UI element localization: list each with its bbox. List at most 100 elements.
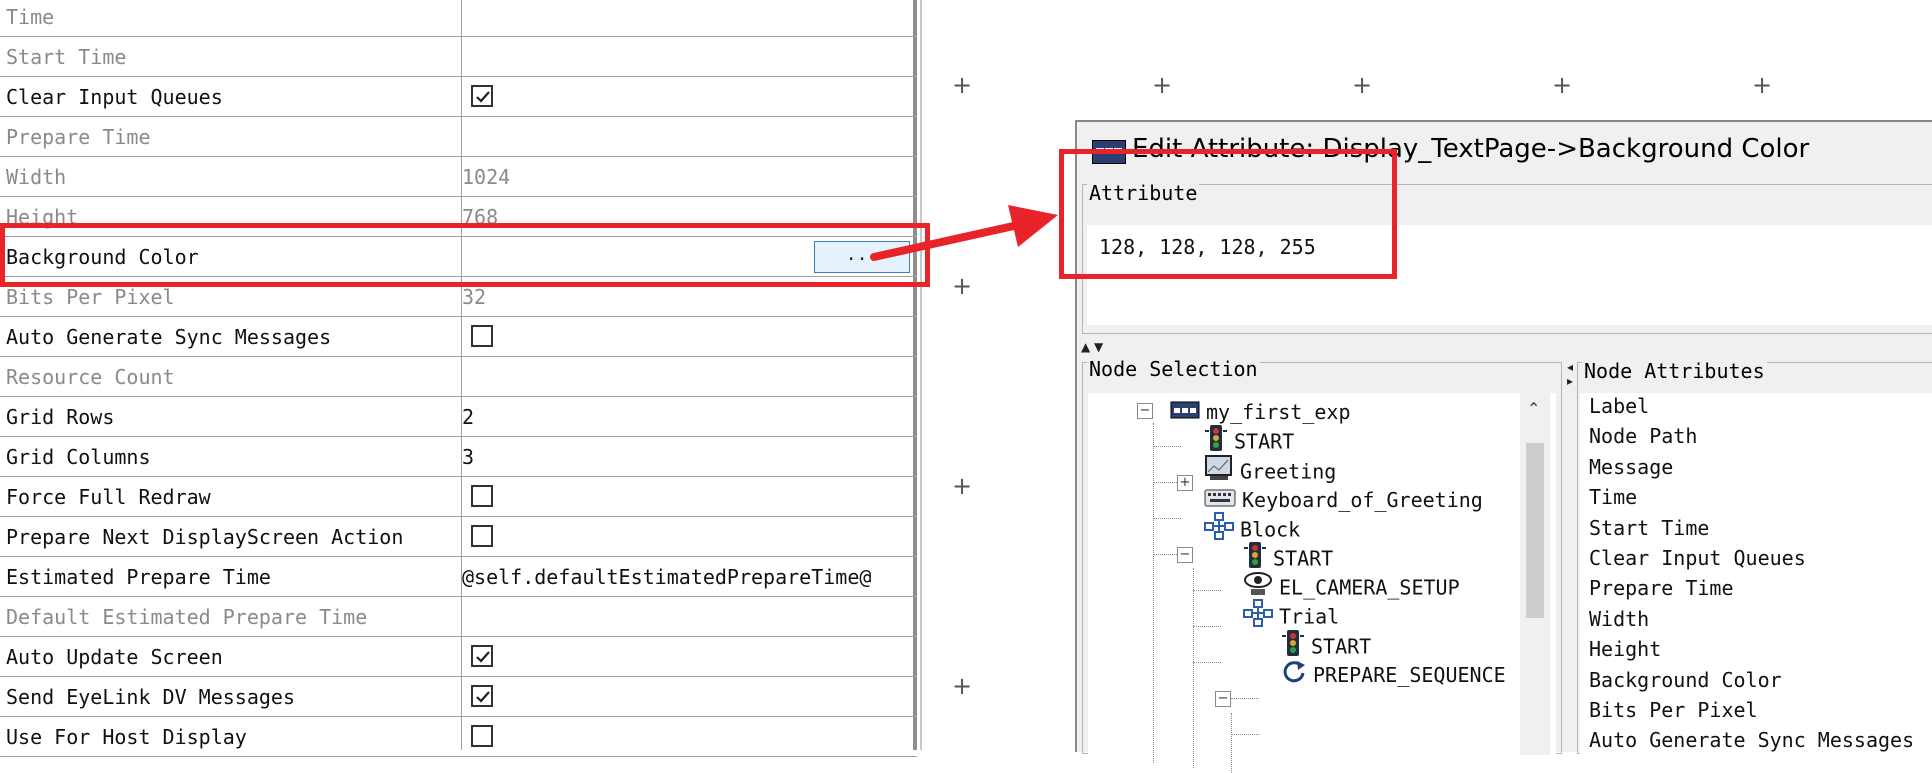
tree-node-label: PREPARE_SEQUENCE	[1313, 663, 1506, 687]
grid-cross-marker: +	[952, 472, 973, 500]
property-checkbox[interactable]	[471, 645, 493, 667]
experiment-icon	[1170, 397, 1200, 431]
node-attribute-item[interactable]: Node Path	[1589, 421, 1697, 451]
tree-node[interactable]: Trial	[1243, 599, 1339, 633]
tree-node-label: my_first_exp	[1206, 400, 1351, 424]
grid-cross-marker: +	[1752, 71, 1773, 99]
property-name: Clear Input Queues	[6, 85, 223, 109]
property-row[interactable]: Width 1024	[0, 157, 917, 197]
property-row[interactable]: Prepare Time	[0, 117, 917, 157]
tree-node-label: START	[1311, 634, 1372, 659]
property-row[interactable]: Resource Count	[0, 357, 917, 397]
tree-node-label: START	[1234, 429, 1295, 454]
check-icon	[476, 651, 490, 663]
node-attribute-item[interactable]: Height	[1589, 634, 1661, 664]
expand-toggle[interactable]: +	[1177, 475, 1193, 491]
collapse-toggle[interactable]: −	[1215, 691, 1231, 707]
splitter-arrows-icon[interactable]: ▲ ▼	[1081, 340, 1103, 354]
grid-cross-marker: +	[1352, 71, 1373, 99]
node-attribute-item[interactable]: Width	[1589, 604, 1649, 634]
property-row[interactable]: Grid Columns 3	[0, 437, 917, 477]
property-checkbox[interactable]	[471, 85, 493, 107]
property-name: Width	[6, 165, 67, 189]
tree-node-label: Keyboard_of_Greeting	[1242, 488, 1483, 512]
property-checkbox[interactable]	[471, 725, 493, 747]
property-checkbox[interactable]	[471, 325, 493, 347]
node-attribute-item[interactable]: Message	[1589, 452, 1673, 482]
highlight-background-color-row	[0, 223, 930, 287]
highlight-attribute-value	[1059, 149, 1397, 279]
tree-node-label: Block	[1240, 517, 1301, 542]
node-attributes-group: Node Attributes Label Node Path Message Tim…	[1577, 359, 1932, 755]
property-row[interactable]: Prepare Next DisplayScreen Action	[0, 517, 917, 557]
node-attributes-label: Node Attributes	[1582, 359, 1767, 383]
node-attribute-item[interactable]: Bits Per Pixel	[1589, 695, 1758, 725]
property-name: Time	[6, 5, 55, 29]
sequence-block-icon	[1243, 599, 1273, 637]
property-value[interactable]: @self.defaultEstimatedPrepareTime@	[462, 557, 871, 596]
property-row[interactable]: Auto Update Screen	[0, 637, 917, 677]
tree-node-label: START	[1273, 546, 1334, 571]
tree-scrollbar[interactable]: ⌃	[1520, 393, 1550, 755]
property-row[interactable]: Auto Generate Sync Messages	[0, 317, 917, 357]
scrollbar-thumb[interactable]	[1526, 443, 1544, 618]
tree-node-label: EL_CAMERA_SETUP	[1279, 575, 1460, 600]
collapse-toggle[interactable]: −	[1137, 403, 1153, 419]
tree-node[interactable]: PREPARE_SEQUENCE	[1281, 658, 1506, 692]
property-name: Resource Count	[6, 365, 175, 389]
property-row[interactable]: Start Time	[0, 37, 917, 77]
sequence-block-icon	[1204, 512, 1234, 550]
property-row[interactable]: Default Estimated Prepare Time	[0, 597, 917, 637]
scroll-up-icon[interactable]: ⌃	[1527, 399, 1540, 418]
node-attribute-item[interactable]: Auto Generate Sync Messages	[1589, 725, 1914, 755]
property-row[interactable]: Grid Rows 2	[0, 397, 917, 437]
grid-cross-marker: +	[952, 71, 973, 99]
node-tree[interactable]: my_first_exp START Greeting Keyboard_of_Gre…	[1088, 393, 1556, 773]
property-name: Auto Update Screen	[6, 645, 223, 669]
property-value[interactable]: 2	[462, 397, 474, 436]
tree-node-label: Trial	[1279, 604, 1340, 629]
property-name: Default Estimated Prepare Time	[6, 605, 368, 629]
property-row[interactable]: Send EyeLink DV Messages	[0, 677, 917, 717]
grid-cross-marker: +	[1552, 71, 1573, 99]
property-checkbox[interactable]	[471, 685, 493, 707]
refresh-icon	[1281, 659, 1307, 695]
property-checkbox[interactable]	[471, 525, 493, 547]
node-attribute-item[interactable]: Label	[1589, 391, 1649, 421]
property-name: Prepare Time	[6, 125, 151, 149]
node-attribute-item[interactable]: Clear Input Queues	[1589, 543, 1806, 573]
grid-cross-marker: +	[952, 672, 973, 700]
property-row[interactable]: Use For Host Display	[0, 717, 917, 757]
node-selection-group: Node Selection my_first_exp START Greeting…	[1082, 357, 1562, 773]
property-row[interactable]: Force Full Redraw	[0, 477, 917, 517]
node-attributes-list[interactable]: Label Node Path Message Time Start Time Clear…	[1580, 393, 1932, 755]
tree-node[interactable]: START	[1204, 424, 1294, 458]
node-attribute-item[interactable]: Background Color	[1589, 665, 1782, 695]
property-row[interactable]: Clear Input Queues	[0, 77, 917, 117]
property-row[interactable]: Estimated Prepare Time @self.defaultEstim…	[0, 557, 917, 597]
collapse-toggle[interactable]: −	[1177, 547, 1193, 563]
property-row[interactable]: Time	[0, 0, 917, 37]
property-name: Force Full Redraw	[6, 485, 211, 509]
property-name: Auto Generate Sync Messages	[6, 325, 332, 349]
node-attribute-item[interactable]: Start Time	[1589, 513, 1709, 543]
property-checkbox[interactable]	[471, 485, 493, 507]
splitter-arrows-icon[interactable]: ◂ ▸	[1567, 360, 1573, 388]
property-name: Send EyeLink DV Messages	[6, 685, 295, 709]
property-value[interactable]: 3	[462, 437, 474, 476]
property-value: 1024	[462, 165, 511, 189]
property-name: Grid Columns	[6, 445, 151, 469]
property-name: Prepare Next DisplayScreen Action	[6, 525, 404, 549]
node-attribute-item[interactable]: Time	[1589, 482, 1637, 512]
check-icon	[476, 91, 490, 103]
property-name: Start Time	[6, 45, 127, 69]
property-name: Use For Host Display	[6, 725, 247, 749]
property-name: Estimated Prepare Time	[6, 565, 271, 589]
node-attribute-item[interactable]: Prepare Time	[1589, 573, 1734, 603]
grid-border-outer	[920, 0, 922, 750]
tree-node-label: Greeting	[1240, 459, 1337, 484]
check-icon	[476, 691, 490, 703]
property-name: Grid Rows	[6, 405, 115, 429]
node-selection-label: Node Selection	[1087, 357, 1260, 381]
grid-cross-marker: +	[1152, 71, 1173, 99]
